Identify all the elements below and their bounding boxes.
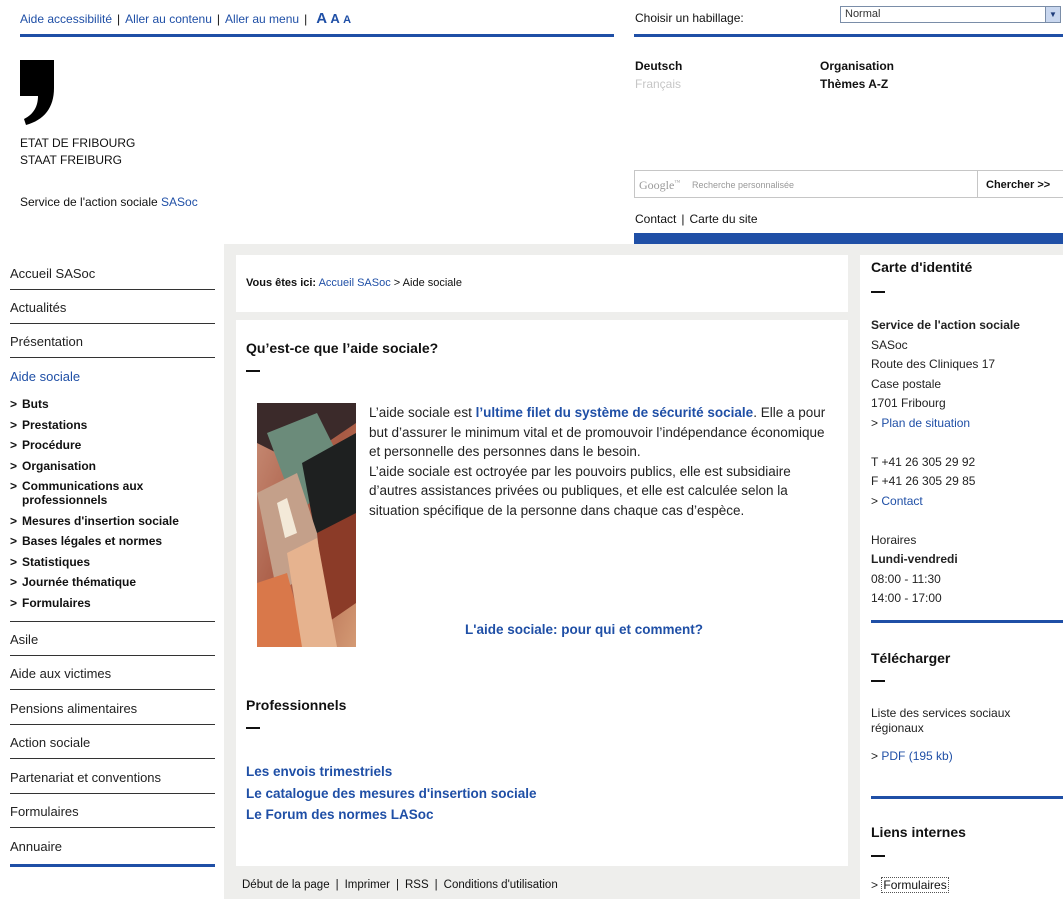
search-button[interactable]: Chercher >> (977, 170, 1063, 198)
who-and-how-link[interactable]: L'aide sociale: pour qui et comment? (465, 622, 703, 637)
pdf-download-link[interactable]: PDF (195 kb) (881, 749, 952, 763)
identity-card-title: Carte d'identité (871, 259, 973, 275)
subnav-item-communications[interactable]: Communications aux professionnels (10, 479, 190, 507)
internal-links-dash (871, 855, 885, 857)
chevron-right-icon: > (871, 493, 879, 508)
skip-to-content-link[interactable]: Aller au contenu (125, 12, 212, 26)
accessibility-links: Aide accessibilité | Aller au contenu | Alle… (20, 10, 352, 27)
chevron-right-icon: > (871, 878, 879, 892)
subnav-item-statistiques[interactable]: Statistiques (10, 555, 215, 569)
download-item: > PDF (195 kb) (871, 747, 953, 767)
lang-deutsch-link[interactable]: Deutsch (635, 59, 682, 73)
font-size-large-link[interactable]: A (316, 10, 327, 27)
professionals-dash (246, 727, 260, 729)
chevron-right-icon: > (871, 415, 879, 430)
service-abbr: SASoc (161, 195, 198, 209)
subnav-item-formulaires[interactable]: Formulaires (10, 596, 215, 610)
nav-item-accueil[interactable]: Accueil SASoc (10, 256, 215, 290)
intro-paragraph-2: L’aide sociale est octroyée par les pouv… (369, 463, 791, 518)
print-link[interactable]: Imprimer (345, 879, 390, 891)
state-name-fr: ETAT DE FRIBOURG (20, 136, 136, 150)
subnav-item-prestations[interactable]: Prestations (10, 418, 215, 432)
subnav-item-journee[interactable]: Journée thématique (10, 575, 215, 589)
themes-az-link[interactable]: Thèmes A-Z (820, 77, 888, 91)
download-title: Télécharger (871, 650, 951, 666)
subnav-item-organisation[interactable]: Organisation (10, 459, 215, 473)
subnav-item-bases-legales[interactable]: Bases légales et normes (10, 534, 215, 548)
lang-francais-current: Français (635, 77, 682, 91)
page-title: Qu’est-ce que l’aide sociale? (246, 340, 439, 356)
nav-item-partenariat[interactable]: Partenariat et conventions (10, 760, 215, 794)
skin-select-value: Normal (845, 8, 881, 20)
nav-item-asile[interactable]: Asile (10, 622, 215, 656)
header-blue-bar (634, 233, 1063, 244)
intro-text: L’aide sociale est l’ultime filet du sys… (369, 405, 826, 518)
pro-link-catalogue[interactable]: Le catalogue des mesures d'insertion soc… (246, 786, 537, 801)
service-name: Service de l'action sociale (20, 195, 158, 209)
footer-links: Début de la page | Imprimer | RSS | Conditions… (242, 879, 558, 891)
right-divider-2 (871, 796, 1063, 799)
pro-link-envois[interactable]: Les envois trimestriels (246, 764, 392, 779)
subnav-item-buts[interactable]: Buts (10, 397, 215, 411)
fribourg-logo-icon[interactable] (18, 58, 58, 126)
nav-item-aide-victimes[interactable]: Aide aux victimes (10, 656, 215, 690)
nav-item-formulaires[interactable]: Formulaires (10, 794, 215, 828)
google-logo: Google™ (639, 178, 681, 192)
safety-net-link[interactable]: l’ultime filet du système de sécurité so… (476, 405, 754, 420)
top-bar: Aide accessibilité | Aller au contenu | Alle… (0, 0, 1063, 36)
search-input[interactable]: Google™ Recherche personnalisée (634, 170, 977, 198)
chevron-down-icon: ▼ (1045, 7, 1060, 22)
internal-links-title: Liens internes (871, 824, 966, 840)
terms-link[interactable]: Conditions d'utilisation (444, 879, 558, 891)
font-size-medium-link[interactable]: A (330, 11, 339, 26)
organisation-link[interactable]: Organisation (820, 59, 894, 73)
phone-number: T +41 26 305 29 92 (871, 454, 976, 469)
internal-formulaires-link[interactable]: Formulaires (881, 877, 949, 893)
skin-select[interactable]: Normal ▼ (840, 6, 1061, 23)
accessibility-help-link[interactable]: Aide accessibilité (20, 12, 112, 26)
breadcrumb: Vous êtes ici: Accueil SASoc > Aide soci… (246, 277, 462, 289)
nav-item-actualites[interactable]: Actualités (10, 290, 215, 324)
nav-item-annuaire[interactable]: Annuaire (10, 829, 215, 863)
skin-label: Choisir un habillage: (635, 11, 744, 25)
download-description: Liste des services sociaux régionaux (871, 706, 1011, 735)
nav-item-action-sociale[interactable]: Action sociale (10, 725, 215, 759)
illustration-image (257, 403, 356, 647)
breadcrumb-current: Aide sociale (402, 277, 462, 289)
skip-to-menu-link[interactable]: Aller au menu (225, 12, 299, 26)
search-placeholder: Recherche personnalisée (692, 180, 795, 190)
subnav-item-mesures[interactable]: Mesures d'insertion sociale (10, 514, 215, 528)
top-divider-left (20, 34, 614, 37)
pro-link-forum[interactable]: Le Forum des normes LASoc (246, 807, 434, 822)
top-divider-right (634, 34, 1063, 37)
font-size-small-link[interactable]: A (343, 14, 351, 26)
nav-item-presentation[interactable]: Présentation (10, 324, 215, 358)
title-dash (246, 370, 260, 372)
page-top-link[interactable]: Début de la page (242, 879, 330, 891)
breadcrumb-home-link[interactable]: Accueil SASoc (319, 277, 391, 289)
professionals-title: Professionnels (246, 697, 347, 713)
nav-item-pensions[interactable]: Pensions alimentaires (10, 691, 215, 725)
nav-item-aide-sociale[interactable]: Aide sociale (10, 359, 215, 393)
site-map-plan-link[interactable]: Plan de situation (881, 416, 970, 430)
state-name-de: STAAT FREIBURG (20, 153, 123, 167)
download-dash (871, 680, 885, 682)
nav-bottom-bar (10, 864, 215, 867)
sitemap-link[interactable]: Carte du site (689, 212, 757, 226)
subnav-item-procedure[interactable]: Procédure (10, 438, 215, 452)
chevron-right-icon: > (871, 749, 879, 763)
right-contact-link[interactable]: Contact (881, 494, 922, 508)
rss-link[interactable]: RSS (405, 879, 429, 891)
identity-dash (871, 291, 885, 293)
service-links: Contact | Carte du site (635, 212, 758, 226)
fax-number: F +41 26 305 29 85 (871, 474, 976, 488)
identity-details: Service de l'action sociale SASoc Route … (871, 318, 1020, 605)
right-divider-1 (871, 620, 1063, 623)
service-title: Service de l'action sociale SASoc (20, 195, 198, 209)
internal-links-item: > Formulaires (871, 876, 949, 896)
subnav-aide-sociale: Buts Prestations Procédure Organisation … (10, 397, 215, 616)
contact-link[interactable]: Contact (635, 212, 676, 226)
